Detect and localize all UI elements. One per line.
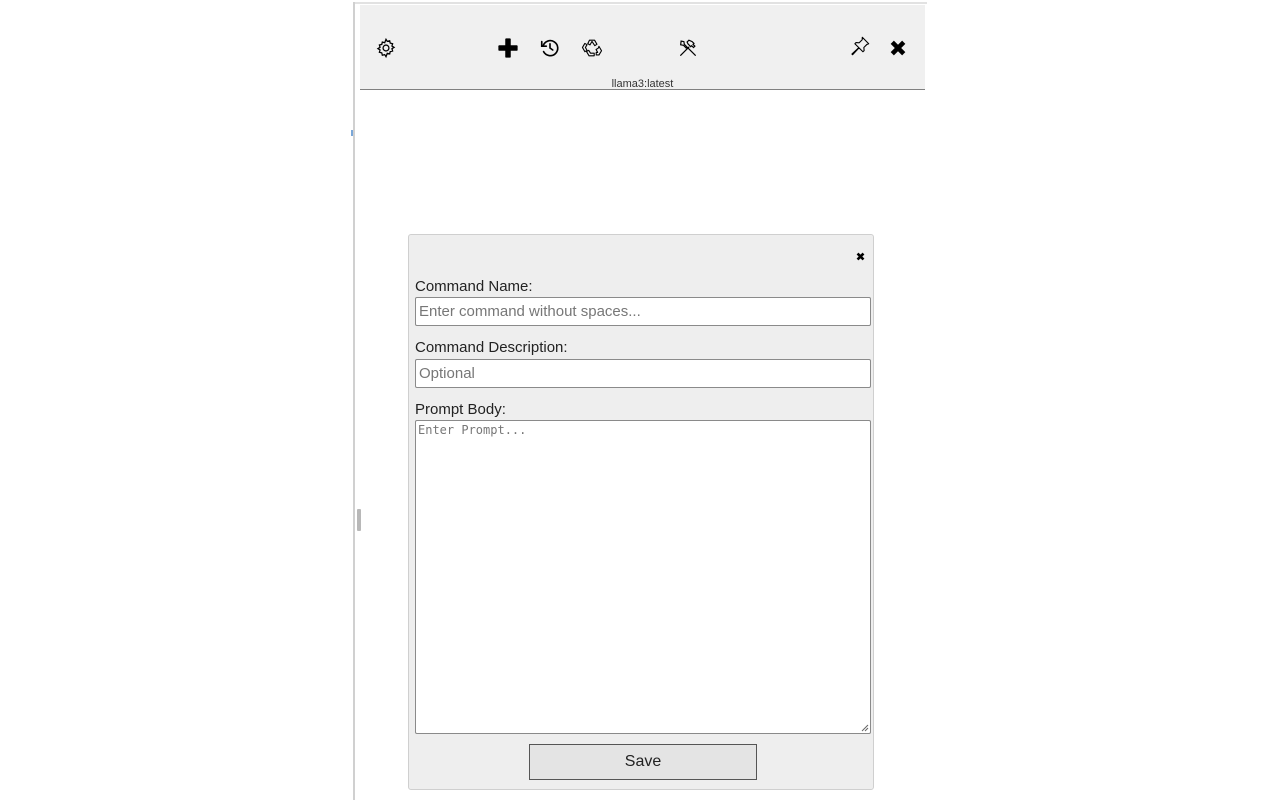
panel-left-border xyxy=(353,2,355,800)
resize-grip xyxy=(356,509,361,531)
close-icon xyxy=(856,252,864,260)
close-panel-button[interactable] xyxy=(884,34,912,62)
pin-button[interactable] xyxy=(846,32,874,60)
history-icon xyxy=(540,39,559,57)
close-icon xyxy=(890,40,906,56)
new-command-dialog: Command Name: Command Description: Promp… xyxy=(408,234,874,790)
history-button[interactable] xyxy=(536,34,564,62)
pin-icon xyxy=(851,36,870,56)
panel-top-border xyxy=(353,2,927,4)
toolbar: llama3:latest xyxy=(360,5,925,90)
panel-resize-handle[interactable] xyxy=(353,508,364,532)
gear-icon xyxy=(376,37,396,59)
recycle-icon xyxy=(581,39,603,57)
new-chat-button[interactable] xyxy=(494,34,522,62)
prompt-body-label: Prompt Body: xyxy=(415,401,506,418)
tools-button[interactable] xyxy=(674,34,702,62)
app-window: llama3:latest Command Name: Command Desc… xyxy=(0,0,1280,800)
save-button[interactable]: Save xyxy=(529,744,757,780)
plus-icon xyxy=(498,38,518,58)
recycle-button[interactable] xyxy=(578,34,606,62)
panel-edge-marker xyxy=(351,130,353,136)
command-description-input[interactable] xyxy=(415,359,871,388)
dialog-close-button[interactable] xyxy=(852,248,868,264)
command-name-input[interactable] xyxy=(415,297,871,326)
model-label: llama3:latest xyxy=(611,78,674,90)
command-description-label: Command Description: xyxy=(415,339,568,356)
textarea-resize-icon[interactable] xyxy=(861,724,869,732)
settings-button[interactable] xyxy=(372,34,400,62)
prompt-body-textarea[interactable] xyxy=(415,420,871,734)
tools-icon xyxy=(680,39,696,56)
command-name-label: Command Name: xyxy=(415,278,533,295)
